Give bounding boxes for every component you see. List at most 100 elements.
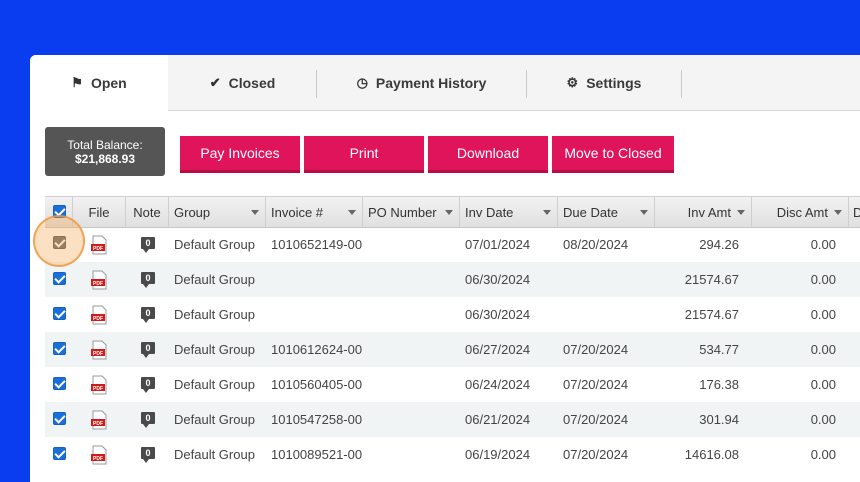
- header-file-label: File: [88, 204, 110, 220]
- cell-po: [368, 332, 460, 367]
- gear-icon: ⚙: [566, 74, 579, 90]
- pay-invoices-button[interactable]: Pay Invoices: [180, 136, 300, 173]
- pdf-file-icon[interactable]: PDF: [90, 270, 108, 290]
- cell-inv-date: 06/21/2024: [465, 412, 531, 427]
- cell-invoice: 1010560405-00: [271, 377, 363, 392]
- header-group[interactable]: Group: [169, 197, 266, 227]
- pdf-file-icon[interactable]: PDF: [90, 235, 108, 255]
- row-select-checkbox[interactable]: [53, 272, 66, 285]
- table-row[interactable]: PDF 0 Default Group 06/30/2024 21574.67 0.00: [45, 297, 860, 332]
- svg-text:PDF: PDF: [93, 421, 103, 427]
- cell-group: Default Group: [174, 377, 255, 392]
- move-to-closed-button[interactable]: Move to Closed: [552, 136, 674, 173]
- pdf-file-icon[interactable]: PDF: [90, 410, 108, 430]
- header-inv-amt[interactable]: Inv Amt: [655, 197, 752, 227]
- note-icon[interactable]: 0: [141, 272, 155, 288]
- pdf-file-icon[interactable]: PDF: [90, 305, 108, 325]
- sort-caret-icon[interactable]: [737, 210, 745, 215]
- row-select-checkbox[interactable]: [53, 412, 66, 425]
- cell-disc-amt: 0.00: [810, 377, 836, 392]
- cell-disc-amt: 0.00: [810, 342, 836, 357]
- cell-disc-amt: 0.00: [810, 447, 836, 462]
- cell-po: [368, 262, 460, 297]
- header-inv-date-label: Inv Date: [465, 204, 514, 220]
- tab-payment-history[interactable]: ◷ Payment History: [317, 55, 526, 110]
- cell-invoice: 1010547258-00: [271, 412, 363, 427]
- row-select-checkbox[interactable]: [53, 342, 66, 355]
- table-row[interactable]: PDF 0 Default Group 1010089521-00 06/19/2024…: [45, 437, 860, 472]
- sort-caret-icon[interactable]: [251, 210, 259, 215]
- header-due-date[interactable]: Due Date: [558, 197, 655, 227]
- cell-inv-amt: 21574.67: [684, 272, 739, 287]
- cell-due-date: [563, 262, 655, 297]
- note-icon[interactable]: 0: [141, 342, 155, 358]
- note-icon[interactable]: 0: [141, 412, 155, 428]
- table-header: File Note Group Invoice # PO Number Inv …: [45, 196, 860, 228]
- table-row[interactable]: PDF 0 Default Group 1010612624-00 06/27/2024…: [45, 332, 860, 367]
- tab-settings[interactable]: ⚙ Settings: [527, 55, 681, 110]
- header-next-label: D: [853, 204, 860, 220]
- note-icon[interactable]: 0: [141, 307, 155, 323]
- header-next-column[interactable]: D: [849, 197, 860, 227]
- tab-closed[interactable]: ✔ Closed: [170, 55, 315, 110]
- cell-po: [368, 367, 460, 402]
- row-select-checkbox[interactable]: [53, 377, 66, 390]
- sort-caret-icon[interactable]: [348, 210, 356, 215]
- cell-group: Default Group: [174, 237, 255, 252]
- cell-invoice: 1010612624-00: [271, 342, 363, 357]
- cell-po: [368, 437, 460, 472]
- header-invoice-label: Invoice #: [271, 204, 324, 220]
- cell-inv-amt: 14616.08: [684, 447, 739, 462]
- svg-text:PDF: PDF: [93, 456, 103, 462]
- header-invoice[interactable]: Invoice #: [266, 197, 363, 227]
- cell-due-date: 07/20/2024: [563, 412, 629, 427]
- cell-invoice: [271, 262, 363, 297]
- svg-text:PDF: PDF: [93, 246, 103, 252]
- cell-group: Default Group: [174, 412, 255, 427]
- header-po-label: PO Number: [368, 204, 437, 220]
- row-select-checkbox[interactable]: [53, 447, 66, 460]
- cell-inv-amt: 176.38: [699, 377, 739, 392]
- header-po-number[interactable]: PO Number: [363, 197, 460, 227]
- table-row[interactable]: PDF 0 Default Group 1010652149-00 07/01/2024…: [45, 227, 860, 262]
- cell-group: Default Group: [174, 342, 255, 357]
- tab-payment-history-label: Payment History: [375, 74, 487, 91]
- table-row[interactable]: PDF 0 Default Group 1010547258-00 06/21/2024…: [45, 402, 860, 437]
- sort-caret-icon[interactable]: [640, 210, 648, 215]
- note-icon[interactable]: 0: [141, 377, 155, 393]
- download-button[interactable]: Download: [428, 136, 548, 173]
- invoice-panel: ⚑ Open ✔ Closed ◷ Payment History ⚙ Sett…: [30, 55, 860, 482]
- sort-caret-icon[interactable]: [543, 210, 551, 215]
- header-disc-amt-label: Disc Amt: [776, 204, 828, 220]
- pdf-file-icon[interactable]: PDF: [90, 340, 108, 360]
- cell-due-date: 07/20/2024: [563, 342, 629, 357]
- table-row[interactable]: PDF 0 Default Group 06/30/2024 21574.67 0.00: [45, 262, 860, 297]
- pdf-file-icon[interactable]: PDF: [90, 375, 108, 395]
- total-balance-label: Total Balance:: [67, 137, 143, 152]
- cell-inv-date: 07/01/2024: [465, 237, 531, 252]
- svg-text:PDF: PDF: [93, 316, 103, 322]
- note-icon[interactable]: 0: [141, 447, 155, 463]
- pdf-file-icon[interactable]: PDF: [90, 445, 108, 465]
- table-row[interactable]: PDF 0 Default Group 1010560405-00 06/24/2024…: [45, 367, 860, 402]
- cell-inv-amt: 301.94: [699, 412, 739, 427]
- tab-open[interactable]: ⚑ Open: [30, 55, 168, 111]
- row-select-checkbox[interactable]: [53, 307, 66, 320]
- print-button[interactable]: Print: [304, 136, 424, 173]
- header-inv-date[interactable]: Inv Date: [460, 197, 558, 227]
- cell-inv-date: 06/30/2024: [465, 272, 531, 287]
- cell-due-date: 08/20/2024: [563, 237, 629, 252]
- tab-closed-label: Closed: [228, 74, 276, 91]
- tab-divider: [681, 70, 682, 98]
- total-balance-box: Total Balance: $21,868.93: [45, 127, 165, 176]
- header-note-label: Note: [133, 204, 161, 220]
- sort-caret-icon[interactable]: [834, 210, 842, 215]
- sort-caret-icon[interactable]: [445, 210, 453, 215]
- cell-disc-amt: 0.00: [810, 307, 836, 322]
- note-icon[interactable]: 0: [141, 237, 155, 253]
- cell-invoice: 1010652149-00: [271, 237, 363, 252]
- total-balance-value: $21,868.93: [74, 151, 136, 166]
- cell-po: [368, 227, 460, 262]
- header-disc-amt[interactable]: Disc Amt: [752, 197, 849, 227]
- svg-text:PDF: PDF: [93, 386, 103, 392]
